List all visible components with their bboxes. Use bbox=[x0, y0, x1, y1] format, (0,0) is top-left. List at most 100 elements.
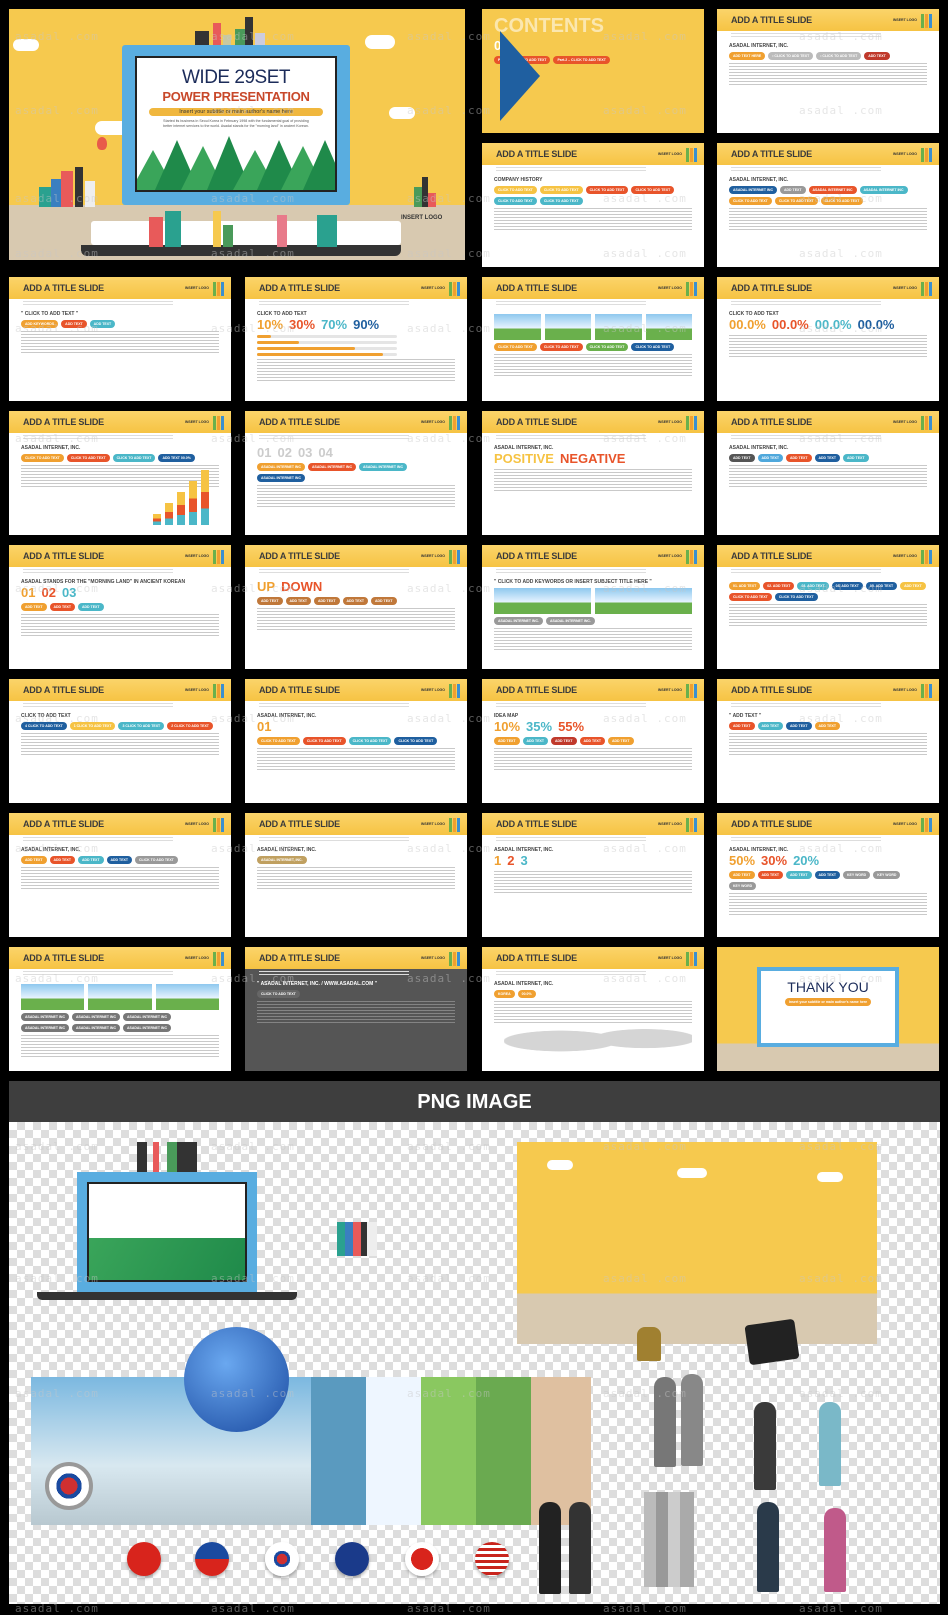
text-chip[interactable]: KOREA bbox=[494, 990, 515, 998]
text-chip[interactable]: 01. ADD TEXT bbox=[729, 582, 761, 590]
text-chip[interactable]: CLICK TO ADD TEXT bbox=[774, 593, 818, 601]
text-chip[interactable]: ADD TEXT 00.0% bbox=[158, 454, 195, 462]
text-chip[interactable]: ADD TEXT bbox=[757, 454, 783, 462]
text-chip[interactable]: ASADAL INTERNET INC bbox=[123, 1024, 171, 1032]
text-chip[interactable]: ADD TEXT bbox=[522, 737, 548, 745]
text-chip[interactable]: CLICK TO ADD TEXT bbox=[21, 454, 64, 462]
text-chip[interactable]: ADD TEXT bbox=[814, 454, 840, 462]
slide-thumbnail[interactable]: ADD A TITLE SLIDE INSERT LOGO 01. ADD TEXT… bbox=[717, 545, 939, 669]
slide-thumbnail[interactable]: ADD A TITLE SLIDE INSERT LOGO " CLICK TO A… bbox=[9, 277, 231, 401]
insert-logo[interactable]: INSERT LOGO bbox=[658, 286, 682, 290]
text-chip[interactable]: ADD TEXT bbox=[864, 52, 890, 60]
slide-thumbnail[interactable]: ADD A TITLE SLIDE INSERT LOGO ASADAL INTER… bbox=[717, 143, 939, 267]
text-chip[interactable]: CLICK TO ADD TEXT bbox=[585, 186, 629, 194]
text-chip[interactable]: 1 CLICK TO ADD TEXT bbox=[69, 722, 116, 730]
slide-thumbnail[interactable]: ADD A TITLE SLIDE INSERT LOGO ASADAL INTER… bbox=[482, 411, 704, 535]
insert-logo[interactable]: INSERT LOGO bbox=[658, 152, 682, 156]
insert-logo[interactable]: INSERT LOGO bbox=[185, 688, 209, 692]
text-chip[interactable]: CLICK TO ADD TEXT bbox=[494, 186, 537, 194]
text-chip[interactable]: ASADAL INTERNET INC bbox=[859, 186, 908, 194]
text-chip[interactable]: ADD TEXT bbox=[342, 597, 368, 605]
text-chip[interactable]: ASADAL INTERNET INC bbox=[359, 463, 407, 471]
text-chip[interactable]: ADD TEXT bbox=[61, 320, 87, 328]
text-chip[interactable]: ADD TEXT bbox=[314, 597, 340, 605]
text-chip[interactable]: ADD TEXT bbox=[786, 871, 812, 879]
text-chip[interactable]: CLICK TO ADD TEXT bbox=[539, 186, 583, 194]
text-chip[interactable]: CLICK TO ADD TEXT bbox=[348, 737, 392, 745]
insert-logo[interactable]: INSERT LOGO bbox=[658, 688, 682, 692]
insert-logo[interactable]: INSERT LOGO bbox=[421, 286, 445, 290]
text-chip[interactable]: Part.2 – CLICK TO ADD TEXT bbox=[553, 56, 610, 64]
slide-thumbnail[interactable]: ADD A TITLE SLIDE INSERT LOGO ASADAL INTER… bbox=[482, 813, 704, 937]
slide-thumbnail[interactable]: ADD A TITLE SLIDE INSERT LOGO ASADAL INTER… bbox=[717, 411, 939, 535]
text-chip[interactable]: CLICK TO ADD TEXT bbox=[494, 343, 537, 351]
text-chip[interactable]: ASADAL INTERNET INC bbox=[729, 186, 777, 194]
insert-logo[interactable]: INSERT LOGO bbox=[421, 956, 445, 960]
text-chip[interactable]: ASADAL INTERNET INC bbox=[72, 1024, 120, 1032]
slide-thumbnail[interactable]: ADD A TITLE SLIDE INSERT LOGO ASADAL INTER… bbox=[9, 947, 231, 1071]
text-chip[interactable]: ADD TEXT bbox=[285, 597, 311, 605]
insert-logo[interactable]: INSERT LOGO bbox=[421, 420, 445, 424]
text-chip[interactable]: ADD TEXT bbox=[786, 722, 812, 730]
slide-thumbnail[interactable]: ADD A TITLE SLIDE INSERT LOGO 01 02 03 04 ASAD… bbox=[245, 411, 467, 535]
slide-thumbnail[interactable]: ADD A TITLE SLIDE INSERT LOGO CLICK TO ADD… bbox=[717, 277, 939, 401]
text-chip[interactable]: CLICK TO ADD TEXT bbox=[394, 737, 438, 745]
text-chip[interactable]: ASADAL INTERNET INC bbox=[72, 1013, 120, 1021]
insert-logo[interactable]: INSERT LOGO bbox=[401, 215, 442, 221]
text-chip[interactable]: ASADAL INTERNET INC bbox=[308, 463, 356, 471]
text-chip[interactable]: ADD TEXT bbox=[49, 603, 75, 611]
text-chip[interactable]: ADD TEXT bbox=[49, 856, 75, 864]
insert-logo[interactable]: INSERT LOGO bbox=[893, 822, 917, 826]
insert-logo[interactable]: INSERT LOGO bbox=[893, 152, 917, 156]
text-chip[interactable]: ADD TEXT bbox=[106, 856, 132, 864]
insert-logo[interactable]: INSERT LOGO bbox=[893, 286, 917, 290]
insert-logo[interactable]: INSERT LOGO bbox=[893, 688, 917, 692]
text-chip[interactable]: ADD TEXT bbox=[551, 737, 577, 745]
insert-logo[interactable]: INSERT LOGO bbox=[421, 822, 445, 826]
text-chip[interactable]: ADD TEXT bbox=[579, 737, 605, 745]
insert-logo[interactable]: INSERT LOGO bbox=[893, 420, 917, 424]
slide-thumbnail[interactable]: ADD A TITLE SLIDE INSERT LOGO ASADAL INTER… bbox=[9, 411, 231, 535]
text-chip[interactable]: ADD TEXT bbox=[729, 871, 755, 879]
text-chip[interactable]: ADD TEXT bbox=[780, 186, 806, 194]
text-chip[interactable]: ADD TEXT bbox=[900, 582, 926, 590]
insert-logo[interactable]: INSERT LOGO bbox=[658, 554, 682, 558]
text-chip[interactable]: ADD TEXT bbox=[78, 603, 104, 611]
insert-logo[interactable]: INSERT LOGO bbox=[185, 420, 209, 424]
text-chip[interactable]: KEY WORD bbox=[843, 871, 871, 879]
text-chip[interactable]: ASADAL INTERNET INC. bbox=[545, 617, 595, 625]
slide-thumbnail[interactable]: ADD A TITLE SLIDE INSERT LOGO ASADAL STAND… bbox=[9, 545, 231, 669]
cover-slide[interactable]: WIDE 29SET POWER PRESENTATION Insert you… bbox=[9, 9, 465, 260]
cover-tagline[interactable]: Insert your subtitle or main author's na… bbox=[149, 108, 323, 116]
insert-logo[interactable]: INSERT LOGO bbox=[658, 956, 682, 960]
text-chip[interactable]: ASADAL INTERNET INC bbox=[257, 474, 305, 482]
text-chip[interactable]: • CLICK TO ADD TEXT bbox=[816, 52, 862, 60]
text-chip[interactable]: ADD TEXT bbox=[257, 597, 283, 605]
text-chip[interactable]: CLICK TO ADD TEXT bbox=[257, 737, 300, 745]
text-chip[interactable]: ASADAL INTERNET INC bbox=[123, 1013, 171, 1021]
text-chip[interactable]: CLICK TO ADD TEXT bbox=[494, 197, 537, 205]
text-chip[interactable]: CLICK TO ADD TEXT bbox=[631, 186, 675, 194]
slide-thumbnail[interactable]: ADD A TITLE SLIDE INSERT LOGO ASADAL INTER… bbox=[245, 813, 467, 937]
text-chip[interactable]: ADD TEXT bbox=[843, 454, 869, 462]
text-chip[interactable]: CLICK TO ADD TEXT bbox=[585, 343, 629, 351]
slide-thumbnail[interactable]: ADD A TITLE SLIDE INSERT LOGO " ASADAL INT… bbox=[245, 947, 467, 1071]
text-chip[interactable]: ADD TEXT bbox=[729, 722, 755, 730]
text-chip[interactable]: 2 CLICK TO ADD TEXT bbox=[167, 722, 213, 730]
insert-logo[interactable]: INSERT LOGO bbox=[658, 420, 682, 424]
text-chip[interactable]: ADD TEXT bbox=[21, 603, 47, 611]
text-chip[interactable]: ADD TEXT bbox=[608, 737, 634, 745]
text-chip[interactable]: 02. ADD TEXT bbox=[763, 582, 795, 590]
slide-thumbnail[interactable]: ADD A TITLE SLIDE INSERT LOGO ASADAL INTER… bbox=[9, 813, 231, 937]
insert-logo[interactable]: INSERT LOGO bbox=[185, 822, 209, 826]
slide-thumbnail[interactable]: ADD A TITLE SLIDE INSERT LOGO CLICK TO ADD… bbox=[482, 277, 704, 401]
text-chip[interactable]: ADD KEYWORDS bbox=[21, 320, 59, 328]
insert-logo[interactable]: INSERT LOGO bbox=[185, 956, 209, 960]
text-chip[interactable]: ASADAL INTERNET INC bbox=[21, 1013, 69, 1021]
text-chip[interactable]: ASADAL INTERNET INC. bbox=[494, 617, 543, 625]
text-chip[interactable]: 03. ADD TEXT bbox=[797, 582, 829, 590]
slide-thumbnail[interactable]: ADD A TITLE SLIDE INSERT LOGO " CLICK TO A… bbox=[482, 545, 704, 669]
text-chip[interactable]: ASADAL INTERNET INC bbox=[21, 1024, 69, 1032]
slide-thumbnail[interactable]: ADD A TITLE SLIDE INSERT LOGO " ADD TEXT "… bbox=[717, 679, 939, 803]
text-chip[interactable]: 04. ADD TEXT bbox=[831, 582, 863, 590]
